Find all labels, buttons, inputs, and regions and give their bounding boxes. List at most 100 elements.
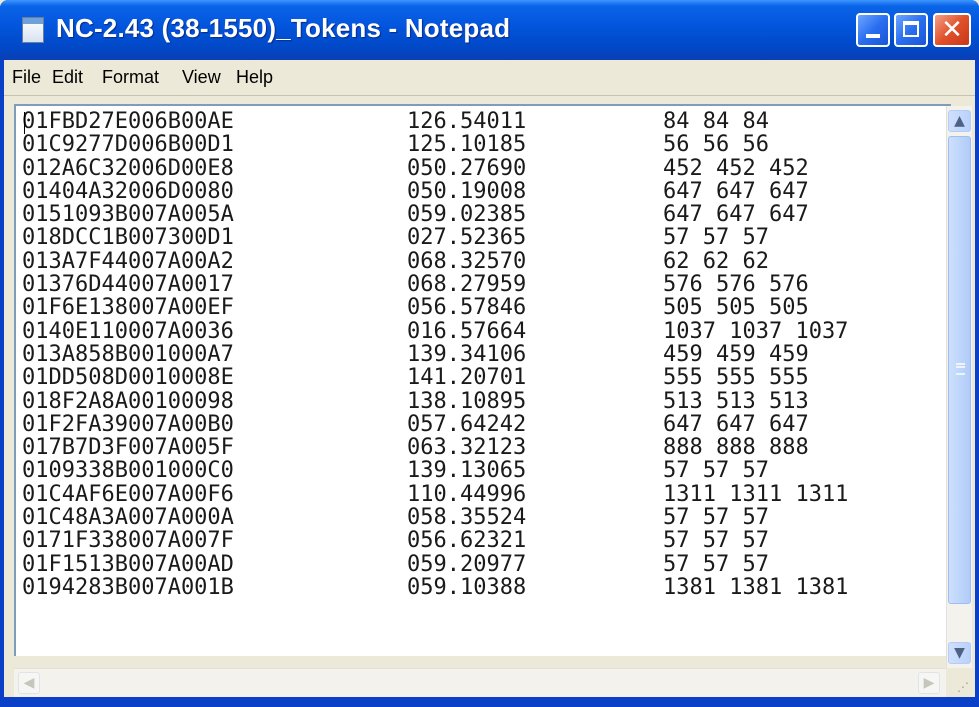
text-line: 0140E110007A0036 016.57664 1037 1037 1037	[22, 318, 849, 344]
token-id: 01376D44007A0017	[22, 272, 234, 298]
text-line: 01C4AF6E007A00F6 110.44996 1311 1311 1311	[22, 481, 849, 507]
token-id: 01404A32006D0080	[22, 178, 234, 204]
token-id: 01F1513B007A00AD	[22, 551, 234, 577]
text-line: 0194283B007A001B 059.10388 1381 1381 1381	[22, 574, 849, 600]
menu-view[interactable]: View	[182, 67, 221, 88]
token-id: 017B7D3F007A005F	[22, 435, 234, 461]
token-id: 013A7F44007A00A2	[22, 248, 234, 274]
client-area: 01FBD27E006B00AE 126.54011 84 84 84 01C9277…	[4, 96, 975, 707]
text-line: 01DD508D0010008E 141.20701 555 555 555	[22, 365, 848, 391]
scroll-right-button[interactable]: ▶	[918, 672, 940, 694]
menu-help[interactable]: Help	[236, 67, 273, 88]
token-id: 0109338B001000C0	[22, 458, 234, 484]
token-counts: 459 459 459	[663, 341, 809, 367]
minimize-icon	[866, 34, 880, 38]
notepad-window: NC-2.43 (38-1550)_Tokens - Notepad ✕ Fil…	[0, 0, 979, 707]
token-value: 056.62321	[407, 528, 527, 554]
notepad-icon[interactable]	[22, 17, 44, 43]
token-id: 0171F338007A007F	[22, 528, 234, 554]
token-value: 059.20977	[407, 551, 527, 577]
token-counts: 57 57 57	[663, 551, 769, 577]
token-counts: 1381 1381 1381	[663, 574, 849, 600]
token-id: 01FBD27E006B00AE	[22, 109, 234, 134]
text-editor[interactable]: 01FBD27E006B00AE 126.54011 84 84 84 01C9277…	[14, 104, 951, 656]
token-value: 110.44996	[407, 481, 527, 507]
token-counts: 576 576 576	[663, 272, 809, 298]
token-counts: 1037 1037 1037	[663, 318, 849, 344]
token-counts: 56 56 56	[663, 132, 769, 158]
menu-format[interactable]: Format	[102, 67, 159, 88]
text-line: 012A6C32006D00E8 050.27690 452 452 452	[22, 155, 848, 181]
token-value: 058.35524	[407, 505, 527, 531]
token-id: 01DD508D0010008E	[22, 365, 234, 391]
token-id: 0140E110007A0036	[22, 318, 234, 344]
token-counts: 1311 1311 1311	[663, 481, 849, 507]
text-line: 018F2A8A00100098 138.10895 513 513 513	[22, 388, 848, 414]
text-line: 01F1513B007A00AD 059.20977 57 57 57	[22, 551, 848, 577]
maximize-button[interactable]	[894, 13, 928, 47]
token-value: 138.10895	[407, 388, 527, 414]
text-line: 01C9277D006B00D1 125.10185 56 56 56	[22, 132, 848, 158]
token-counts: 57 57 57	[663, 528, 769, 554]
text-caret	[24, 112, 25, 134]
token-id: 013A858B001000A7	[22, 341, 234, 367]
token-counts: 555 555 555	[663, 365, 809, 391]
token-counts: 505 505 505	[663, 295, 809, 321]
grip-icon	[956, 363, 965, 375]
token-counts: 62 62 62	[663, 248, 769, 274]
token-id: 018F2A8A00100098	[22, 388, 234, 414]
scroll-up-button[interactable]: ▲	[948, 110, 971, 132]
horizontal-scrollbar[interactable]: ◀ ▶	[14, 668, 946, 697]
token-counts: 57 57 57	[663, 458, 769, 484]
close-icon: ✕	[941, 15, 963, 45]
token-value: 068.32570	[407, 248, 527, 274]
close-button[interactable]: ✕	[933, 13, 971, 47]
text-line: 013A858B001000A7 139.34106 459 459 459	[22, 341, 848, 367]
menu-bar: File Edit Format View Help	[4, 60, 975, 96]
text-line: 0151093B007A005A 059.02385 647 647 647	[22, 202, 848, 228]
minimize-button[interactable]	[856, 13, 890, 47]
token-counts: 513 513 513	[663, 388, 809, 414]
text-line: 01F6E138007A00EF 056.57846 505 505 505	[22, 295, 848, 321]
text-line: 01376D44007A0017 068.27959 576 576 576	[22, 272, 848, 298]
token-value: 056.57846	[407, 295, 527, 321]
token-counts: 452 452 452	[663, 155, 809, 181]
text-line: 01F2FA39007A00B0 057.64242 647 647 647	[22, 411, 848, 437]
token-value: 050.27690	[407, 155, 527, 181]
title-bar[interactable]: NC-2.43 (38-1550)_Tokens - Notepad ✕	[0, 0, 979, 60]
chevron-left-icon: ◀	[23, 675, 35, 691]
token-value: 125.10185	[407, 132, 527, 158]
token-id: 01C4AF6E007A00F6	[22, 481, 234, 507]
token-value: 059.02385	[407, 202, 527, 228]
scroll-left-button[interactable]: ◀	[18, 672, 40, 694]
chevron-right-icon: ▶	[923, 675, 935, 691]
token-value: 057.64242	[407, 411, 527, 437]
text-line: 0109338B001000C0 139.13065 57 57 57	[22, 458, 848, 484]
resize-grip-icon: ⋰	[957, 680, 969, 694]
token-value: 016.57664	[407, 318, 527, 344]
token-value: 126.54011	[407, 109, 527, 134]
text-line: 01C48A3A007A000A 058.35524 57 57 57	[22, 505, 848, 531]
token-id: 01C9277D006B00D1	[22, 132, 234, 158]
token-counts: 84 84 84	[663, 109, 769, 134]
menu-edit[interactable]: Edit	[52, 67, 83, 88]
vertical-scrollbar[interactable]: ▲ ▼	[946, 106, 972, 668]
text-line: 018DCC1B007300D1 027.52365 57 57 57	[22, 226, 848, 250]
menu-file[interactable]: File	[12, 67, 41, 88]
text-line: 013A7F44007A00A2 068.32570 62 62 62	[22, 248, 848, 274]
token-counts: 647 647 647	[663, 178, 809, 204]
token-value: 068.27959	[407, 272, 527, 298]
document-text[interactable]: 01FBD27E006B00AE 126.54011 84 84 84 01C9277…	[22, 109, 849, 600]
text-line: 01404A32006D0080 050.19008 647 647 647	[22, 178, 848, 204]
token-value: 139.34106	[407, 341, 527, 367]
text-line: 017B7D3F007A005F 063.32123 888 888 888	[22, 435, 848, 461]
token-value: 059.10388	[407, 574, 527, 600]
token-value: 063.32123	[407, 435, 527, 461]
text-line: 0171F338007A007F 056.62321 57 57 57	[22, 528, 848, 554]
size-grip[interactable]: ⋰	[946, 668, 971, 696]
maximize-icon	[903, 21, 919, 37]
vertical-scroll-thumb[interactable]	[948, 136, 971, 604]
scroll-down-button[interactable]: ▼	[948, 642, 971, 664]
token-value: 139.13065	[407, 458, 527, 484]
chevron-down-icon: ▼	[954, 645, 965, 661]
